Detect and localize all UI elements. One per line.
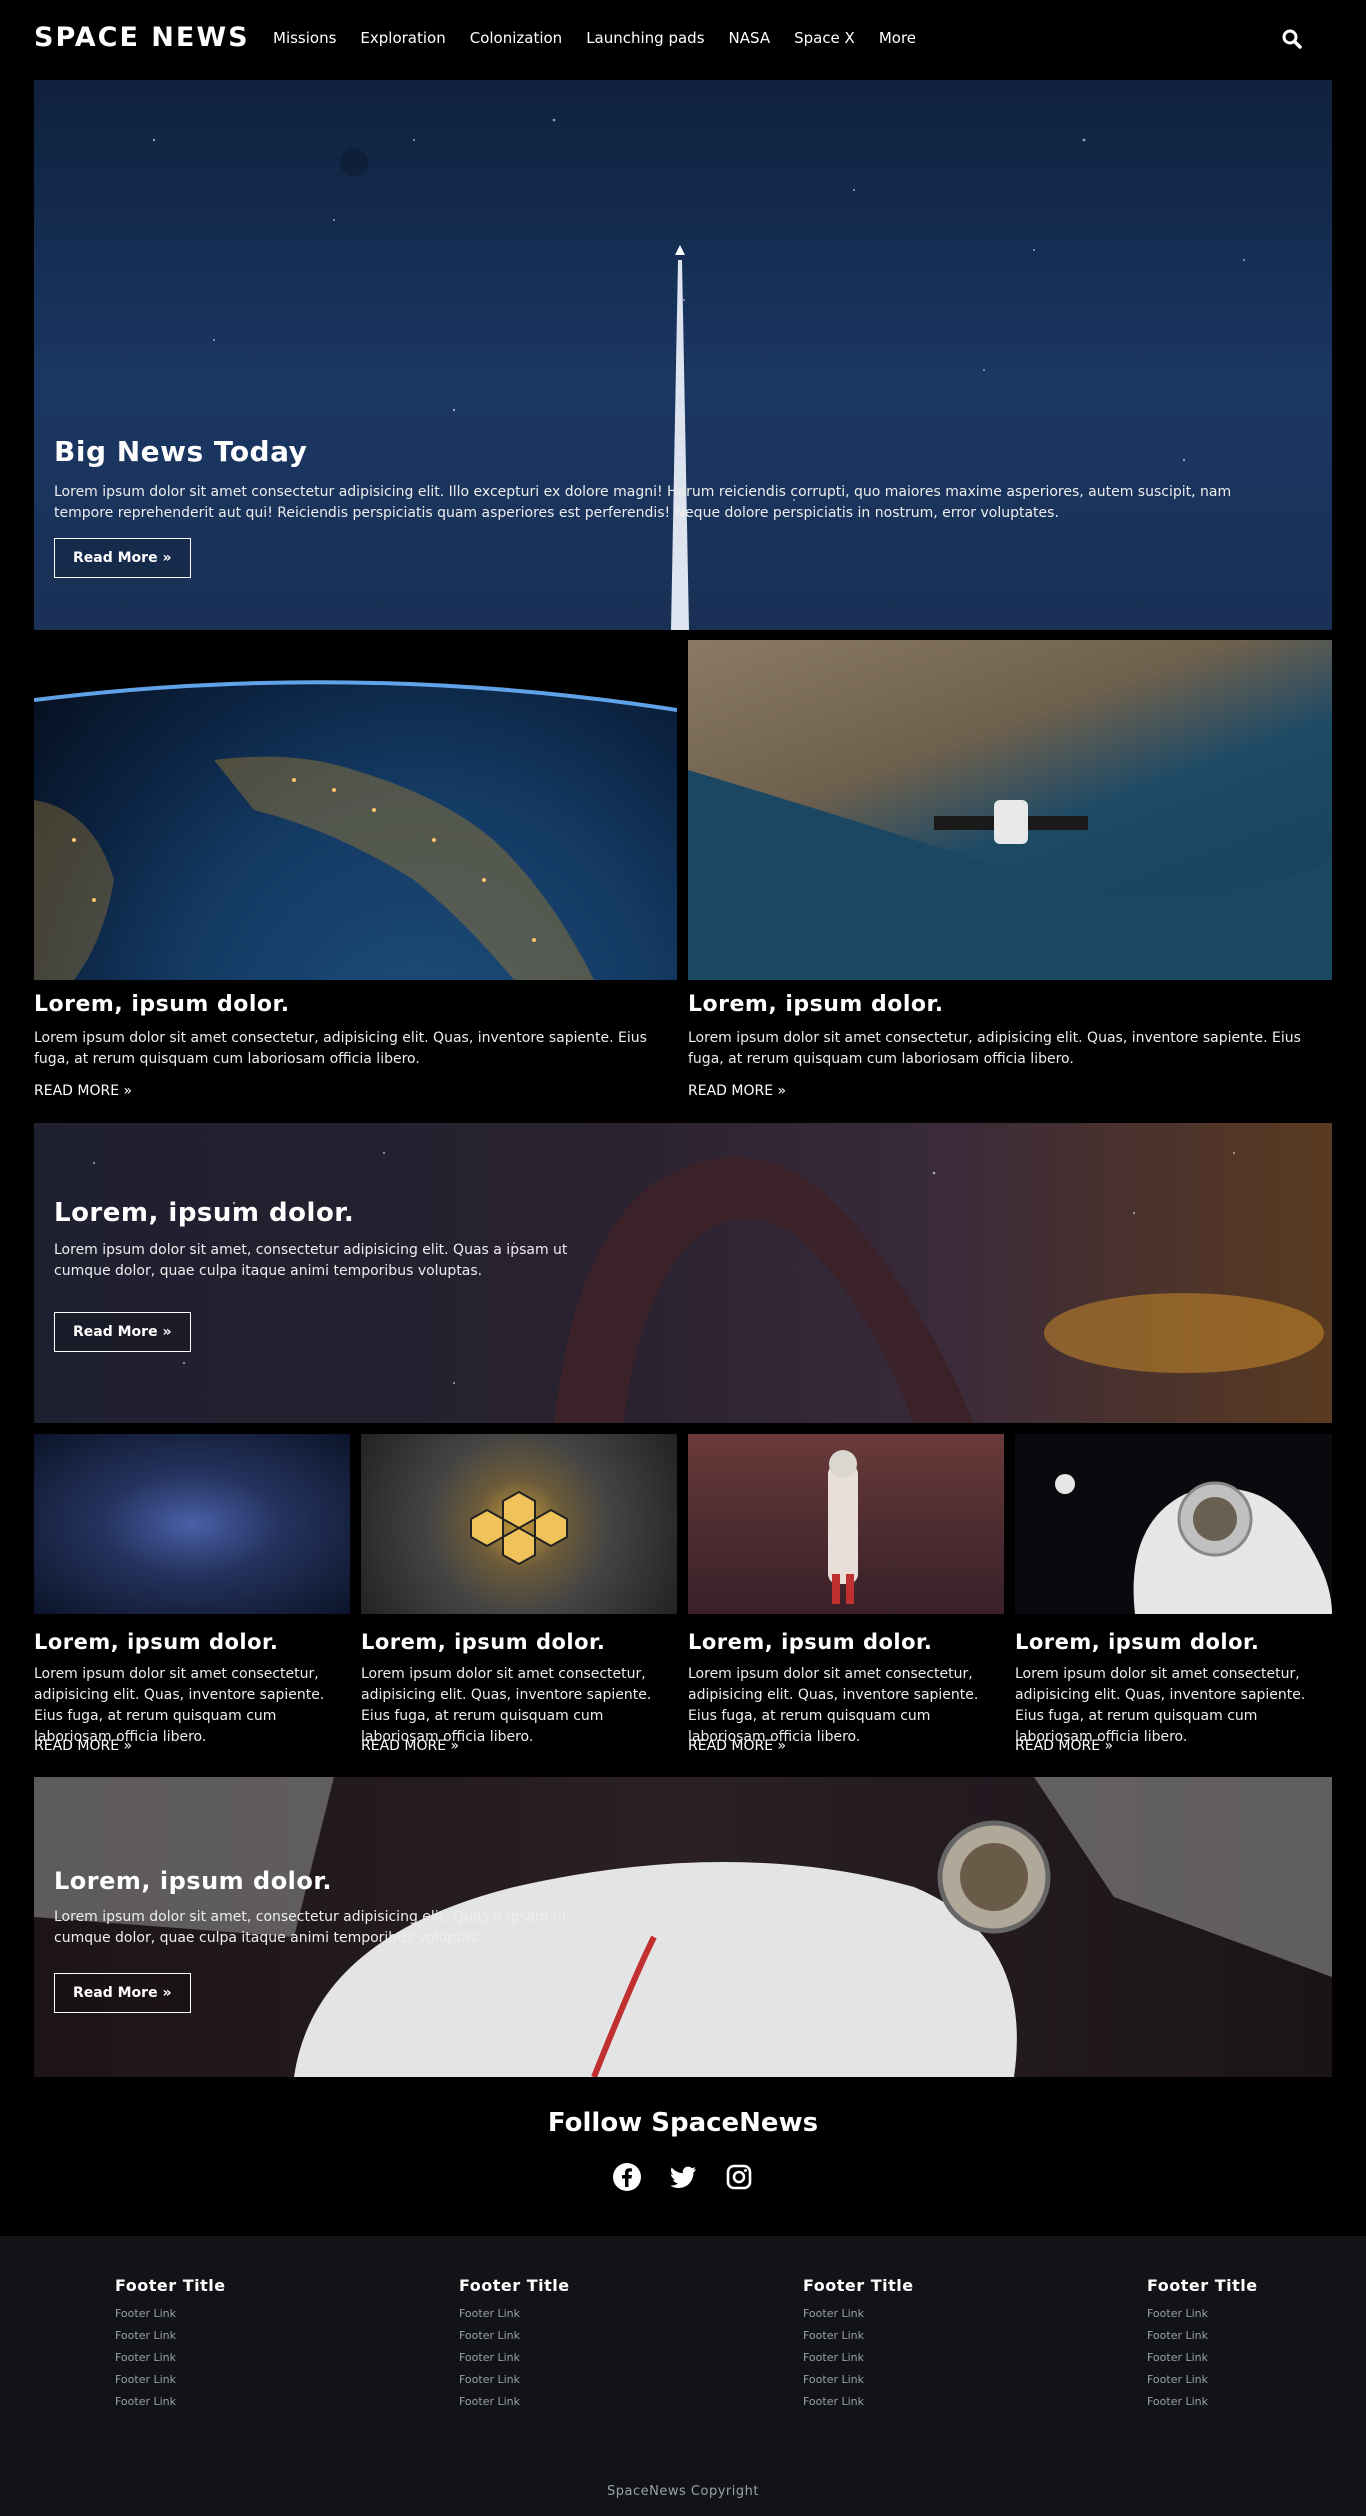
- hero-title: Big News Today: [54, 435, 308, 468]
- footer-column: Footer Title Footer Link Footer Link Foo…: [803, 2276, 1003, 2417]
- nav-item-nasa[interactable]: NASA: [729, 29, 771, 47]
- footer-title: Footer Title: [1147, 2276, 1258, 2295]
- article-card[interactable]: Lorem, ipsum dolor. Lorem ipsum dolor si…: [361, 1434, 677, 1764]
- social-links: [0, 2162, 1366, 2192]
- earth-night-image: [34, 640, 677, 980]
- card-title: Lorem, ipsum dolor.: [34, 1630, 279, 1654]
- banner-title: Lorem, ipsum dolor.: [54, 1867, 332, 1895]
- article-card[interactable]: Lorem, ipsum dolor. Lorem ipsum dolor si…: [34, 1434, 350, 1764]
- footer-column: Footer Title Footer Link Footer Link Foo…: [115, 2276, 315, 2417]
- hero-content: Big News Today Lorem ipsum dolor sit ame…: [54, 435, 1294, 578]
- nav-item-more[interactable]: More: [879, 29, 916, 47]
- footer-title: Footer Title: [115, 2276, 226, 2295]
- footer-link[interactable]: Footer Link: [459, 2329, 659, 2342]
- article-card[interactable]: Lorem, ipsum dolor. Lorem ipsum dolor si…: [688, 640, 1332, 1100]
- banner-text: Lorem ipsum dolor sit amet, consectetur …: [54, 1242, 568, 1279]
- card-text: Lorem ipsum dolor sit amet consectetur, …: [361, 1666, 652, 1745]
- banner-title: Lorem, ipsum dolor.: [54, 1198, 355, 1228]
- feature-banner: Lorem, ipsum dolor. Lorem ipsum dolor si…: [34, 1777, 1332, 2077]
- footer-link[interactable]: Footer Link: [803, 2329, 1003, 2342]
- footer-link[interactable]: Footer Link: [803, 2395, 1003, 2408]
- footer-link[interactable]: Footer Link: [115, 2307, 315, 2320]
- card-text: Lorem ipsum dolor sit amet consectetur, …: [688, 1666, 979, 1745]
- hero-text: Lorem ipsum dolor sit amet consectetur a…: [54, 484, 1232, 521]
- card-text: Lorem ipsum dolor sit amet consectetur, …: [1015, 1666, 1306, 1745]
- article-card[interactable]: Lorem, ipsum dolor. Lorem ipsum dolor si…: [34, 640, 677, 1100]
- footer-link[interactable]: Footer Link: [1147, 2307, 1347, 2320]
- nav-item-missions[interactable]: Missions: [273, 29, 336, 47]
- card-title: Lorem, ipsum dolor.: [34, 992, 290, 1017]
- card-title: Lorem, ipsum dolor.: [1015, 1630, 1260, 1654]
- nav-item-colonization[interactable]: Colonization: [470, 29, 562, 47]
- read-more-link[interactable]: READ MORE »: [1015, 1738, 1113, 1754]
- nav-item-spacex[interactable]: Space X: [794, 29, 855, 47]
- banner-read-more-button[interactable]: Read More »: [54, 1973, 191, 2013]
- read-more-link[interactable]: READ MORE »: [361, 1738, 459, 1754]
- read-more-link[interactable]: READ MORE »: [34, 1083, 132, 1099]
- footer-link[interactable]: Footer Link: [459, 2395, 659, 2408]
- footer-link[interactable]: Footer Link: [803, 2351, 1003, 2364]
- footer-title: Footer Title: [803, 2276, 914, 2295]
- milky-way-image: [34, 1434, 350, 1614]
- site-footer: Footer Title Footer Link Footer Link Foo…: [0, 2236, 1366, 2516]
- footer-column: Footer Title Footer Link Footer Link Foo…: [459, 2276, 659, 2417]
- footer-link[interactable]: Footer Link: [459, 2373, 659, 2386]
- twitter-icon[interactable]: [668, 2162, 698, 2192]
- footer-link[interactable]: Footer Link: [115, 2329, 315, 2342]
- footer-link[interactable]: Footer Link: [1147, 2395, 1347, 2408]
- article-card[interactable]: Lorem, ipsum dolor. Lorem ipsum dolor si…: [1015, 1434, 1332, 1764]
- nav-item-exploration[interactable]: Exploration: [360, 29, 445, 47]
- footer-link[interactable]: Footer Link: [115, 2373, 315, 2386]
- astronaut-on-planet-image: [688, 1434, 1004, 1614]
- footer-link[interactable]: Footer Link: [1147, 2329, 1347, 2342]
- footer-link[interactable]: Footer Link: [459, 2307, 659, 2320]
- banner-content: Lorem, ipsum dolor. Lorem ipsum dolor si…: [54, 1198, 574, 1352]
- card-title: Lorem, ipsum dolor.: [361, 1630, 606, 1654]
- copyright-text: SpaceNews Copyright: [607, 2484, 759, 2499]
- footer-column: Footer Title Footer Link Footer Link Foo…: [1147, 2276, 1347, 2417]
- footer-link[interactable]: Footer Link: [803, 2307, 1003, 2320]
- follow-title: Follow SpaceNews: [547, 2108, 819, 2138]
- hero-banner: Big News Today Lorem ipsum dolor sit ame…: [34, 80, 1332, 630]
- card-text: Lorem ipsum dolor sit amet consectetur, …: [688, 1030, 1301, 1067]
- footer-link[interactable]: Footer Link: [1147, 2351, 1347, 2364]
- nav-item-launching-pads[interactable]: Launching pads: [586, 29, 704, 47]
- facebook-icon[interactable]: [612, 2162, 642, 2192]
- card-title: Lorem, ipsum dolor.: [688, 1630, 933, 1654]
- footer-link[interactable]: Footer Link: [459, 2351, 659, 2364]
- satellite-over-earth-image: [688, 640, 1332, 980]
- hero-read-more-button[interactable]: Read More »: [54, 538, 191, 578]
- banner-content: Lorem, ipsum dolor. Lorem ipsum dolor si…: [54, 1867, 574, 2013]
- card-text: Lorem ipsum dolor sit amet consectetur, …: [34, 1666, 325, 1745]
- footer-link[interactable]: Footer Link: [803, 2373, 1003, 2386]
- card-title: Lorem, ipsum dolor.: [688, 992, 944, 1017]
- site-logo[interactable]: SPACE NEWS: [34, 22, 250, 53]
- main-menu: Missions Exploration Colonization Launch…: [273, 29, 916, 47]
- footer-link[interactable]: Footer Link: [115, 2351, 315, 2364]
- read-more-link[interactable]: READ MORE »: [688, 1738, 786, 1754]
- instagram-icon[interactable]: [724, 2162, 754, 2192]
- read-more-link[interactable]: READ MORE »: [34, 1738, 132, 1754]
- search-icon[interactable]: [1281, 28, 1303, 50]
- feature-banner: Lorem, ipsum dolor. Lorem ipsum dolor si…: [34, 1123, 1332, 1423]
- banner-read-more-button[interactable]: Read More »: [54, 1312, 191, 1352]
- card-text: Lorem ipsum dolor sit amet consectetur, …: [34, 1030, 647, 1067]
- article-card[interactable]: Lorem, ipsum dolor. Lorem ipsum dolor si…: [688, 1434, 1004, 1764]
- astronaut-spacewalk-image: [1015, 1434, 1332, 1614]
- footer-link[interactable]: Footer Link: [1147, 2373, 1347, 2386]
- top-navbar: SPACE NEWS Missions Exploration Coloniza…: [0, 0, 1366, 80]
- telescope-mirror-image: [361, 1434, 677, 1614]
- read-more-link[interactable]: READ MORE »: [688, 1083, 786, 1099]
- banner-text: Lorem ipsum dolor sit amet, consectetur …: [54, 1909, 568, 1946]
- footer-link[interactable]: Footer Link: [115, 2395, 315, 2408]
- footer-title: Footer Title: [459, 2276, 570, 2295]
